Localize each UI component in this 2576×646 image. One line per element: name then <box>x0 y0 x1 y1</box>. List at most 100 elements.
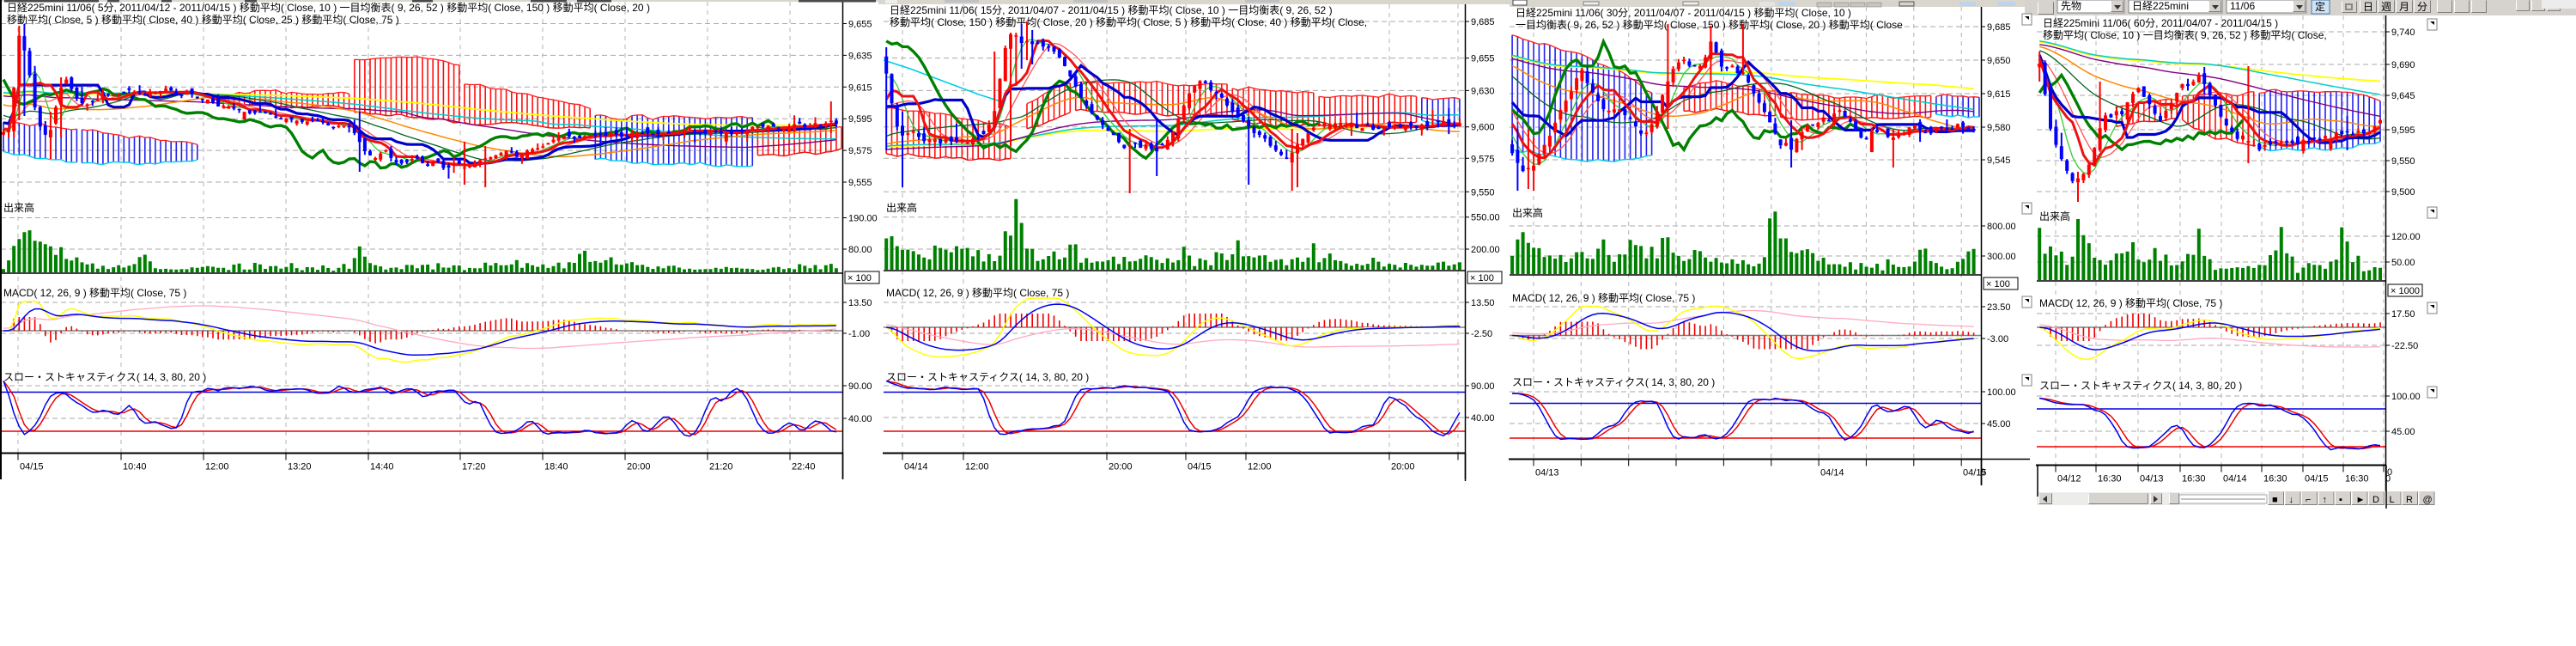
svg-text:23.50: 23.50 <box>1987 302 2011 313</box>
svg-text:MACD( 12, 26, 9 ) 移動平均( Clos: MACD( 12, 26, 9 ) 移動平均( Close, 75 ) <box>3 287 186 299</box>
svg-text:9,575: 9,575 <box>1471 154 1495 164</box>
svg-text:16:30: 16:30 <box>2098 474 2122 484</box>
svg-text:9,685: 9,685 <box>1987 22 2011 33</box>
svg-text:22:40: 22:40 <box>792 462 816 472</box>
svg-text:9,650: 9,650 <box>1987 56 2011 66</box>
svg-text:出来高: 出来高 <box>1512 206 1543 219</box>
svg-text:-2.50: -2.50 <box>1471 329 1492 339</box>
svg-text:9,575: 9,575 <box>848 146 872 156</box>
svg-text:定: 定 <box>2315 0 2325 13</box>
svg-text:11/06: 11/06 <box>2230 0 2255 12</box>
svg-text:80.00: 80.00 <box>848 245 872 255</box>
svg-text:9,630: 9,630 <box>1471 86 1495 96</box>
svg-text:出来高: 出来高 <box>2039 210 2070 222</box>
svg-text:04/15: 04/15 <box>20 462 44 472</box>
svg-text:R: R <box>2406 495 2413 505</box>
svg-text:出来高: 出来高 <box>886 201 917 214</box>
svg-text:9,500: 9,500 <box>2391 187 2415 198</box>
svg-text:16:30: 16:30 <box>2182 474 2206 484</box>
svg-text:移動平均( Close, 10 ) 一目均衡表( 9,: 移動平均( Close, 10 ) 一目均衡表( 9, 26, 52 ) 移動平… <box>2043 29 2327 41</box>
svg-text:× 100: × 100 <box>1470 273 1494 283</box>
svg-text:20:00: 20:00 <box>1109 462 1133 472</box>
svg-text:0: 0 <box>1980 467 1985 478</box>
svg-text:13.50: 13.50 <box>1471 298 1495 308</box>
svg-text:D: D <box>2372 495 2379 505</box>
svg-text:9,550: 9,550 <box>1471 187 1495 198</box>
svg-text:日経225mini 11/06( 60分, 2011/04/: 日経225mini 11/06( 60分, 2011/04/07 - 2011/… <box>2043 17 2278 29</box>
svg-text:日経225mini 11/06( 15分, 2011/04/: 日経225mini 11/06( 15分, 2011/04/07 - 2011/… <box>890 4 1333 16</box>
svg-text:日経225mini 11/06( 30分, 2011/04/: 日経225mini 11/06( 30分, 2011/04/07 - 2011/… <box>1516 7 1851 19</box>
svg-text:9,685: 9,685 <box>1471 17 1495 27</box>
svg-text:L: L <box>2390 495 2395 505</box>
svg-text:9,615: 9,615 <box>848 82 872 93</box>
svg-text:9,690: 9,690 <box>2391 60 2415 70</box>
svg-text:20:00: 20:00 <box>1391 462 1415 472</box>
svg-text:9,740: 9,740 <box>2391 27 2415 38</box>
svg-text:9,595: 9,595 <box>2391 125 2415 136</box>
svg-text:月: 月 <box>2399 1 2409 13</box>
svg-text:►: ► <box>2356 495 2366 505</box>
svg-text:スロー・ストキャスティクス( 14, 3, 80, 20 ): スロー・ストキャスティクス( 14, 3, 80, 20 ) <box>886 371 1089 383</box>
svg-text:04/13: 04/13 <box>1535 468 1559 478</box>
svg-text:@: @ <box>2423 495 2433 505</box>
svg-text:90.00: 90.00 <box>848 381 872 392</box>
svg-text:14:40: 14:40 <box>370 462 394 472</box>
svg-text:移動平均( Close, 5 ) 移動平均( Close: 移動平均( Close, 5 ) 移動平均( Close, 40 ) 移動平均(… <box>7 14 399 26</box>
svg-text:12:00: 12:00 <box>205 462 229 472</box>
svg-text:↑: ↑ <box>2323 495 2328 505</box>
svg-text:300.00: 300.00 <box>1987 252 2016 262</box>
svg-text:04/12: 04/12 <box>2057 474 2081 484</box>
svg-text:10:40: 10:40 <box>123 462 147 472</box>
svg-text:9,645: 9,645 <box>2391 91 2415 101</box>
svg-text:45.00: 45.00 <box>1987 419 2011 430</box>
svg-text:13.50: 13.50 <box>848 298 872 308</box>
svg-text:800.00: 800.00 <box>1987 222 2016 232</box>
svg-text:↓: ↓ <box>2289 495 2294 505</box>
svg-text:40.00: 40.00 <box>848 414 872 424</box>
svg-text:9,555: 9,555 <box>848 178 872 188</box>
svg-text:移動平均( Close, 150 ) 移動平均( Clo: 移動平均( Close, 150 ) 移動平均( Close, 20 ) 移動平… <box>890 16 1367 28</box>
svg-text:週: 週 <box>2381 1 2391 13</box>
svg-text:04/14: 04/14 <box>2223 474 2247 484</box>
svg-text:04/15: 04/15 <box>1188 462 1212 472</box>
svg-text:MACD( 12, 26, 9 ) 移動平均( Clos: MACD( 12, 26, 9 ) 移動平均( Close, 75 ) <box>1512 292 1695 304</box>
svg-text:▪: ▪ <box>2339 495 2342 505</box>
svg-text:100.00: 100.00 <box>2391 392 2421 402</box>
svg-text:90.00: 90.00 <box>1471 381 1495 392</box>
svg-text:× 100: × 100 <box>848 273 872 283</box>
svg-text:550.00: 550.00 <box>1471 213 1500 223</box>
svg-text:スロー・ストキャスティクス( 14, 3, 80, 20 ): スロー・ストキャスティクス( 14, 3, 80, 20 ) <box>2039 380 2242 392</box>
svg-text:日経225mini: 日経225mini <box>2132 0 2189 12</box>
svg-text:スロー・ストキャスティクス( 14, 3, 80, 20 ): スロー・ストキャスティクス( 14, 3, 80, 20 ) <box>1512 376 1715 388</box>
svg-text:190.00: 190.00 <box>848 214 878 224</box>
svg-text:04/14: 04/14 <box>1820 468 1844 478</box>
svg-text:-1.00: -1.00 <box>848 329 870 339</box>
svg-text:-3.00: -3.00 <box>1987 334 2008 344</box>
svg-text:16:30: 16:30 <box>2263 474 2287 484</box>
svg-text:04/14: 04/14 <box>904 462 928 472</box>
svg-text:200.00: 200.00 <box>1471 245 1500 255</box>
svg-text:13:20: 13:20 <box>288 462 312 472</box>
svg-text:17:20: 17:20 <box>462 462 486 472</box>
svg-text:先物: 先物 <box>2061 0 2081 12</box>
svg-text:× 1000: × 1000 <box>2391 286 2420 296</box>
svg-text:12:00: 12:00 <box>965 462 989 472</box>
svg-text:9,545: 9,545 <box>1987 155 2011 166</box>
svg-text:MACD( 12, 26, 9 ) 移動平均( Clos: MACD( 12, 26, 9 ) 移動平均( Close, 75 ) <box>886 287 1069 299</box>
svg-text:0: 0 <box>2387 467 2392 478</box>
svg-text:04/13: 04/13 <box>2140 474 2164 484</box>
svg-text:120.00: 120.00 <box>2391 232 2421 242</box>
svg-text:9,600: 9,600 <box>1471 123 1495 133</box>
svg-text:日経225mini 11/06( 5分, 2011/04/1: 日経225mini 11/06( 5分, 2011/04/12 - 2011/0… <box>7 2 650 14</box>
svg-text:17.50: 17.50 <box>2391 309 2415 320</box>
svg-text:9,615: 9,615 <box>1987 89 2011 100</box>
svg-text:スロー・ストキャスティクス( 14, 3, 80, 20 ): スロー・ストキャスティクス( 14, 3, 80, 20 ) <box>3 371 206 383</box>
svg-text:16:30: 16:30 <box>2345 474 2369 484</box>
svg-text:50.00: 50.00 <box>2391 258 2415 268</box>
svg-text:× 100: × 100 <box>1986 279 2010 289</box>
svg-text:40.00: 40.00 <box>1471 413 1495 424</box>
svg-text:■: ■ <box>2272 495 2278 505</box>
svg-text:04/15: 04/15 <box>2305 474 2329 484</box>
svg-text:分: 分 <box>2417 1 2427 13</box>
svg-text:一目均衡表( 9, 26, 52 ) 移動平均( Clo: 一目均衡表( 9, 26, 52 ) 移動平均( Close, 150 ) 移動… <box>1516 19 1903 31</box>
